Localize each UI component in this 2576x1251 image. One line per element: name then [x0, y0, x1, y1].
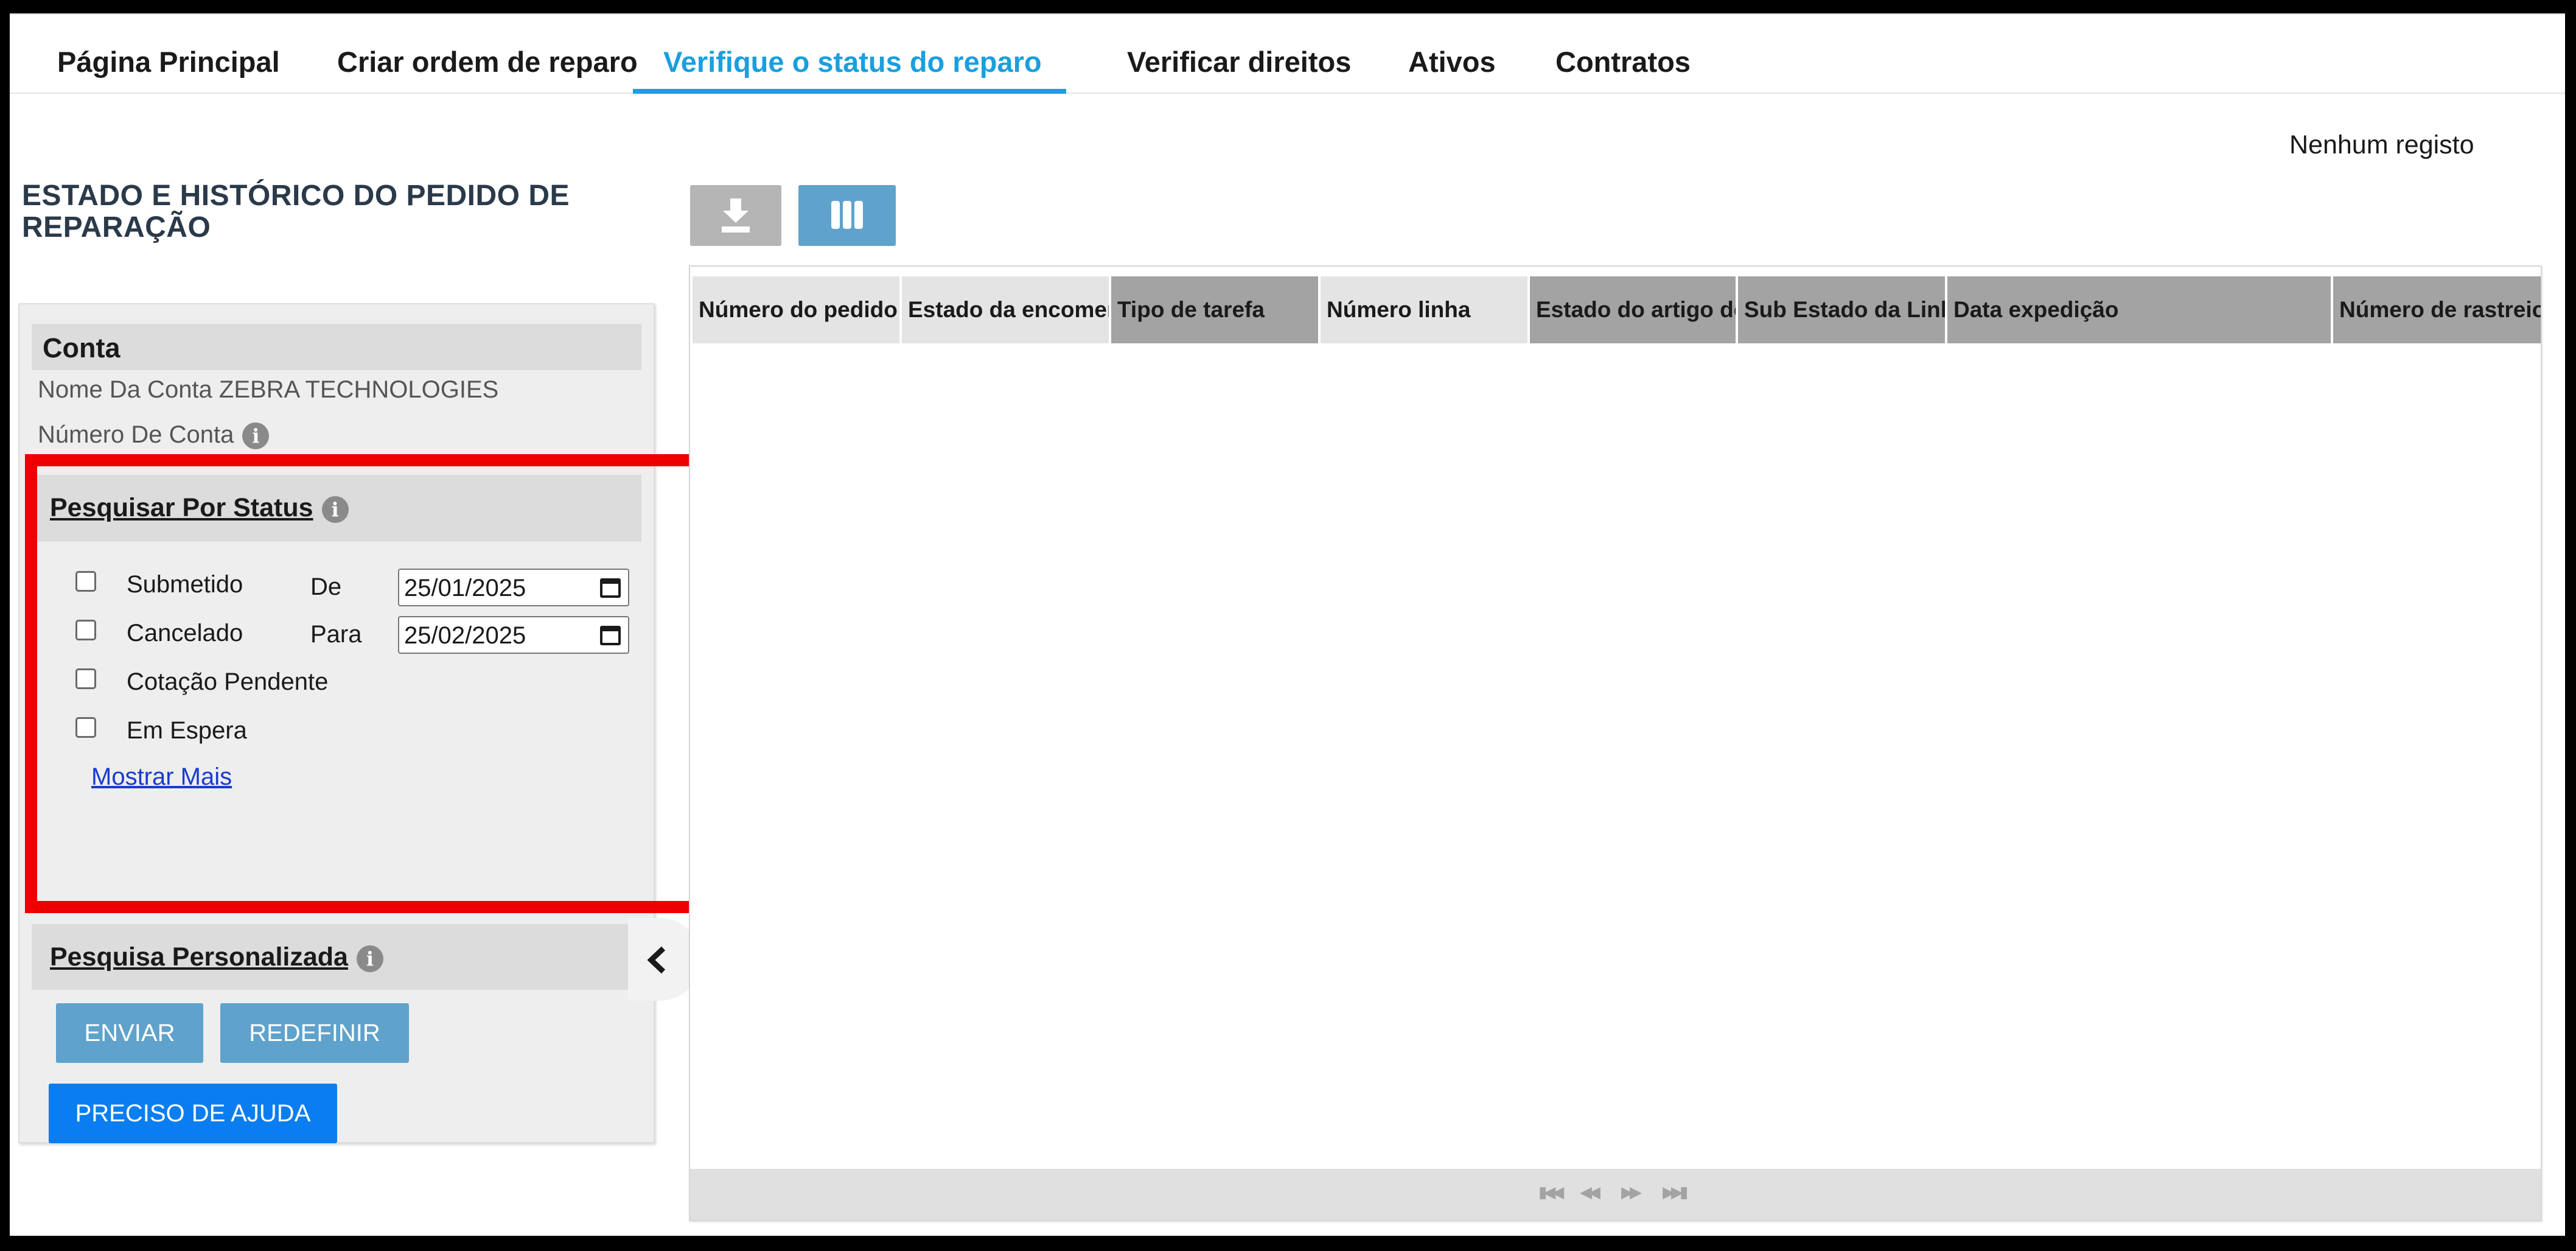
account-header-label: Conta	[43, 332, 120, 363]
submit-button[interactable]: ENVIAR	[56, 1003, 203, 1063]
status-search-title[interactable]: Pesquisar Por Status i	[50, 493, 349, 523]
download-button[interactable]	[690, 185, 781, 246]
column-header[interactable]: Estado do artigo de	[1530, 276, 1736, 343]
grid-pager: ▮◀◀ ◀◀ ▶▶ ▶▶▮	[690, 1169, 2541, 1220]
custom-search-header: Pesquisa Personalizada i	[32, 924, 641, 990]
from-date-value: 25/01/2025	[404, 575, 526, 601]
status-search-title-text: Pesquisar Por Status	[50, 493, 313, 522]
tab-pagina-principal[interactable]: Página Principal	[57, 32, 280, 93]
tab-ativos[interactable]: Ativos	[1408, 32, 1496, 93]
download-icon	[722, 198, 750, 233]
app-window: Página Principal Criar ordem de reparo V…	[10, 13, 2565, 1236]
from-date-label: De	[310, 573, 342, 600]
account-number-row: Número De Conta i	[38, 421, 270, 450]
tab-criar-ordem[interactable]: Criar ordem de reparo	[337, 32, 638, 93]
info-icon[interactable]: i	[321, 496, 349, 523]
to-date-label: Para	[310, 621, 362, 648]
account-name-row: Nome Da Conta ZEBRA TECHNOLOGIES	[38, 376, 498, 404]
column-header[interactable]: Estado da encomenda	[902, 276, 1109, 343]
column-header[interactable]: Número do pedido↓	[693, 276, 899, 343]
status-search-header: Pesquisar Por Status i	[32, 475, 641, 542]
calendar-icon[interactable]	[600, 626, 621, 645]
page-title: ESTADO E HISTÓRICO DO PEDIDO DE REPARAÇÃ…	[22, 180, 570, 244]
column-header[interactable]: Número linha	[1321, 276, 1527, 343]
help-button[interactable]: PRECISO DE AJUDA	[49, 1084, 337, 1143]
info-icon[interactable]: i	[242, 422, 270, 450]
account-header: Conta	[32, 324, 641, 370]
checkbox-submetido[interactable]	[75, 571, 96, 592]
prev-page-icon[interactable]: ◀◀	[1580, 1183, 1600, 1202]
checkbox-label: Cotação Pendente	[127, 668, 329, 695]
grid-header: Número do pedido↓ Estado da encomenda Ti…	[690, 276, 2541, 343]
checkbox-label: Cancelado	[127, 620, 243, 647]
checkbox-cotacao-pendente[interactable]	[75, 668, 96, 689]
record-count: Nenhum registo	[2289, 130, 2474, 159]
column-header[interactable]: Data expedição	[1947, 276, 2331, 343]
show-more-link[interactable]: Mostrar Mais	[91, 763, 232, 791]
column-header[interactable]: Sub Estado da Linha	[1738, 276, 1945, 343]
reset-button[interactable]: REDEFINIR	[220, 1003, 409, 1063]
account-name-value: ZEBRA TECHNOLOGIES	[218, 376, 499, 403]
results-grid: Número do pedido↓ Estado da encomenda Ti…	[689, 265, 2542, 1221]
account-name-label: Nome Da Conta	[38, 376, 212, 403]
next-page-icon[interactable]: ▶▶	[1621, 1183, 1642, 1202]
checkbox-label: Submetido	[127, 571, 243, 598]
column-header[interactable]: Tipo de tarefa	[1111, 276, 1318, 343]
column-header-label: Número do pedido	[699, 297, 898, 322]
columns-button[interactable]	[798, 185, 896, 246]
checkbox-em-espera[interactable]	[75, 717, 96, 738]
last-page-icon[interactable]: ▶▶▮	[1663, 1183, 1688, 1202]
tab-contratos[interactable]: Contratos	[1555, 32, 1691, 93]
tab-verificar-direitos[interactable]: Verificar direitos	[1127, 32, 1351, 93]
to-date-value: 25/02/2025	[404, 622, 526, 649]
columns-icon	[831, 201, 863, 229]
info-icon[interactable]: i	[356, 945, 383, 972]
custom-search-title-text: Pesquisa Personalizada	[50, 942, 348, 972]
checkbox-cancelado[interactable]	[75, 620, 96, 640]
calendar-icon[interactable]	[600, 578, 621, 598]
chevron-left-icon	[647, 946, 666, 974]
first-page-icon[interactable]: ▮◀◀	[1538, 1183, 1564, 1202]
sort-arrow-icon: ↓	[898, 297, 899, 322]
checkbox-label: Em Espera	[127, 717, 247, 744]
from-date-input[interactable]: 25/01/2025	[398, 569, 629, 606]
account-number-label: Número De Conta	[38, 421, 234, 448]
custom-search-title[interactable]: Pesquisa Personalizada i	[50, 942, 383, 972]
search-panel: Conta Nome Da Conta ZEBRA TECHNOLOGIES N…	[18, 303, 701, 1143]
top-nav: Página Principal Criar ordem de reparo V…	[10, 15, 2565, 94]
to-date-input[interactable]: 25/02/2025	[398, 616, 629, 654]
column-header[interactable]: Número de rastreio	[2333, 276, 2541, 343]
tab-verifique-status[interactable]: Verifique o status do reparo	[633, 32, 1066, 94]
